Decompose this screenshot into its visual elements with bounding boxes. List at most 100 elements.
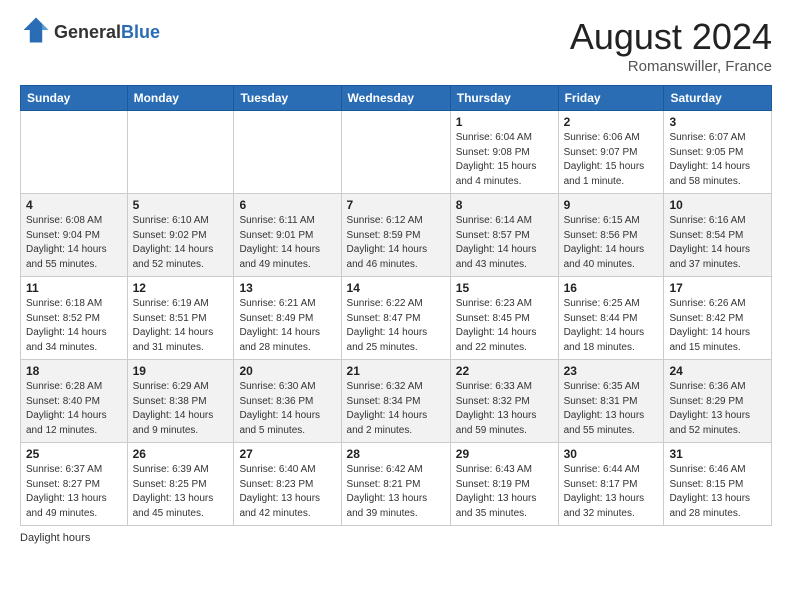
calendar-cell: 11 Sunrise: 6:18 AMSunset: 8:52 PMDayligh…	[21, 277, 128, 360]
daylight-label: Daylight hours	[20, 532, 90, 544]
calendar-cell: 24 Sunrise: 6:36 AMSunset: 8:29 PMDayligh…	[664, 360, 772, 443]
day-info: Sunrise: 6:26 AMSunset: 8:42 PMDaylight:…	[669, 297, 766, 355]
day-info: Sunrise: 6:32 AMSunset: 8:34 PMDaylight:…	[347, 380, 445, 438]
day-info: Sunrise: 6:12 AMSunset: 8:59 PMDaylight:…	[347, 214, 445, 272]
calendar-cell: 3Sunrise: 6:07 AMSunset: 9:05 PMDaylight…	[664, 111, 772, 194]
calendar-cell: 2 Sunrise: 6:06 AMSunset: 9:07 PMDaylight…	[558, 111, 664, 194]
calendar-header-row: SundayMondayTuesdayWednesdayThursdayFrid…	[21, 86, 772, 111]
day-info: Sunrise: 6:44 AMSunset: 8:17 PMDaylight:…	[564, 463, 659, 521]
day-number: 30	[564, 447, 659, 461]
calendar-header-monday: Monday	[127, 86, 234, 111]
day-number: 19	[133, 364, 229, 378]
calendar-cell	[341, 111, 450, 194]
calendar-cell: 7 Sunrise: 6:12 AMSunset: 8:59 PMDaylight…	[341, 194, 450, 277]
day-number: 5	[133, 198, 229, 212]
calendar-cell: 16 Sunrise: 6:25 AMSunset: 8:44 PMDayligh…	[558, 277, 664, 360]
day-info: Sunrise: 6:15 AMSunset: 8:56 PMDaylight:…	[564, 214, 659, 272]
logo-blue-text: Blue	[121, 22, 160, 42]
day-number: 28	[347, 447, 445, 461]
day-info: Sunrise: 6:37 AMSunset: 8:27 PMDaylight:…	[26, 463, 122, 521]
day-info: Sunrise: 6:36 AMSunset: 8:29 PMDaylight:…	[669, 380, 766, 438]
calendar-week-4: 18Sunrise: 6:28 AMSunset: 8:40 PMDayligh…	[21, 360, 772, 443]
location: Romanswiller, France	[570, 58, 772, 75]
day-info: Sunrise: 6:07 AMSunset: 9:05 PMDaylight:…	[669, 131, 766, 189]
logo-general-text: General	[54, 22, 121, 42]
calendar-cell: 23 Sunrise: 6:35 AMSunset: 8:31 PMDayligh…	[558, 360, 664, 443]
calendar-cell: 21 Sunrise: 6:32 AMSunset: 8:34 PMDayligh…	[341, 360, 450, 443]
day-number: 9	[564, 198, 659, 212]
calendar-week-3: 11 Sunrise: 6:18 AMSunset: 8:52 PMDayligh…	[21, 277, 772, 360]
calendar-cell: 18Sunrise: 6:28 AMSunset: 8:40 PMDayligh…	[21, 360, 128, 443]
day-info: Sunrise: 6:35 AMSunset: 8:31 PMDaylight:…	[564, 380, 659, 438]
day-info: Sunrise: 6:08 AMSunset: 9:04 PMDaylight:…	[26, 214, 122, 272]
day-number: 2	[564, 115, 659, 129]
calendar-cell: 15 Sunrise: 6:23 AMSunset: 8:45 PMDayligh…	[450, 277, 558, 360]
day-info: Sunrise: 6:23 AMSunset: 8:45 PMDaylight:…	[456, 297, 553, 355]
day-number: 18	[26, 364, 122, 378]
day-number: 25	[26, 447, 122, 461]
day-number: 22	[456, 364, 553, 378]
header: GeneralBlue August 2024 Romanswiller, Fr…	[20, 16, 772, 75]
logo: GeneralBlue	[20, 16, 160, 49]
day-info: Sunrise: 6:06 AMSunset: 9:07 PMDaylight:…	[564, 131, 659, 189]
calendar: SundayMondayTuesdayWednesdayThursdayFrid…	[20, 85, 772, 526]
day-number: 14	[347, 281, 445, 295]
day-info: Sunrise: 6:33 AMSunset: 8:32 PMDaylight:…	[456, 380, 553, 438]
day-info: Sunrise: 6:43 AMSunset: 8:19 PMDaylight:…	[456, 463, 553, 521]
day-info: Sunrise: 6:14 AMSunset: 8:57 PMDaylight:…	[456, 214, 553, 272]
calendar-cell	[21, 111, 128, 194]
calendar-cell: 9 Sunrise: 6:15 AMSunset: 8:56 PMDaylight…	[558, 194, 664, 277]
day-number: 20	[239, 364, 335, 378]
day-number: 17	[669, 281, 766, 295]
calendar-cell: 13 Sunrise: 6:21 AMSunset: 8:49 PMDayligh…	[234, 277, 341, 360]
calendar-cell: 19Sunrise: 6:29 AMSunset: 8:38 PMDayligh…	[127, 360, 234, 443]
calendar-cell: 25 Sunrise: 6:37 AMSunset: 8:27 PMDayligh…	[21, 443, 128, 526]
calendar-cell: 30 Sunrise: 6:44 AMSunset: 8:17 PMDayligh…	[558, 443, 664, 526]
day-info: Sunrise: 6:42 AMSunset: 8:21 PMDaylight:…	[347, 463, 445, 521]
day-number: 27	[239, 447, 335, 461]
day-number: 16	[564, 281, 659, 295]
day-info: Sunrise: 6:39 AMSunset: 8:25 PMDaylight:…	[133, 463, 229, 521]
day-number: 23	[564, 364, 659, 378]
calendar-header-friday: Friday	[558, 86, 664, 111]
day-info: Sunrise: 6:18 AMSunset: 8:52 PMDaylight:…	[26, 297, 122, 355]
day-info: Sunrise: 6:40 AMSunset: 8:23 PMDaylight:…	[239, 463, 335, 521]
day-number: 7	[347, 198, 445, 212]
day-info: Sunrise: 6:21 AMSunset: 8:49 PMDaylight:…	[239, 297, 335, 355]
day-number: 29	[456, 447, 553, 461]
calendar-week-2: 4Sunrise: 6:08 AMSunset: 9:04 PMDaylight…	[21, 194, 772, 277]
day-number: 10	[669, 198, 766, 212]
day-info: Sunrise: 6:25 AMSunset: 8:44 PMDaylight:…	[564, 297, 659, 355]
calendar-cell: 22 Sunrise: 6:33 AMSunset: 8:32 PMDayligh…	[450, 360, 558, 443]
month-title: August 2024	[570, 16, 772, 58]
day-info: Sunrise: 6:10 AMSunset: 9:02 PMDaylight:…	[133, 214, 229, 272]
calendar-header-sunday: Sunday	[21, 86, 128, 111]
calendar-cell: 14Sunrise: 6:22 AMSunset: 8:47 PMDayligh…	[341, 277, 450, 360]
calendar-cell: 8 Sunrise: 6:14 AMSunset: 8:57 PMDaylight…	[450, 194, 558, 277]
day-number: 8	[456, 198, 553, 212]
calendar-cell: 1Sunrise: 6:04 AMSunset: 9:08 PMDaylight…	[450, 111, 558, 194]
day-number: 11	[26, 281, 122, 295]
day-info: Sunrise: 6:04 AMSunset: 9:08 PMDaylight:…	[456, 131, 553, 189]
day-number: 13	[239, 281, 335, 295]
calendar-week-1: 1Sunrise: 6:04 AMSunset: 9:08 PMDaylight…	[21, 111, 772, 194]
day-number: 21	[347, 364, 445, 378]
calendar-header-tuesday: Tuesday	[234, 86, 341, 111]
day-info: Sunrise: 6:30 AMSunset: 8:36 PMDaylight:…	[239, 380, 335, 438]
day-info: Sunrise: 6:16 AMSunset: 8:54 PMDaylight:…	[669, 214, 766, 272]
calendar-cell: 12Sunrise: 6:19 AMSunset: 8:51 PMDayligh…	[127, 277, 234, 360]
calendar-cell: 6Sunrise: 6:11 AMSunset: 9:01 PMDaylight…	[234, 194, 341, 277]
calendar-cell: 27 Sunrise: 6:40 AMSunset: 8:23 PMDayligh…	[234, 443, 341, 526]
day-number: 15	[456, 281, 553, 295]
calendar-header-wednesday: Wednesday	[341, 86, 450, 111]
calendar-header-saturday: Saturday	[664, 86, 772, 111]
day-number: 24	[669, 364, 766, 378]
day-number: 6	[239, 198, 335, 212]
calendar-cell: 4Sunrise: 6:08 AMSunset: 9:04 PMDaylight…	[21, 194, 128, 277]
calendar-cell: 10 Sunrise: 6:16 AMSunset: 8:54 PMDayligh…	[664, 194, 772, 277]
calendar-cell: 29 Sunrise: 6:43 AMSunset: 8:19 PMDayligh…	[450, 443, 558, 526]
calendar-cell: 5 Sunrise: 6:10 AMSunset: 9:02 PMDaylight…	[127, 194, 234, 277]
logo-icon	[22, 16, 50, 44]
day-number: 12	[133, 281, 229, 295]
calendar-cell: 26Sunrise: 6:39 AMSunset: 8:25 PMDayligh…	[127, 443, 234, 526]
